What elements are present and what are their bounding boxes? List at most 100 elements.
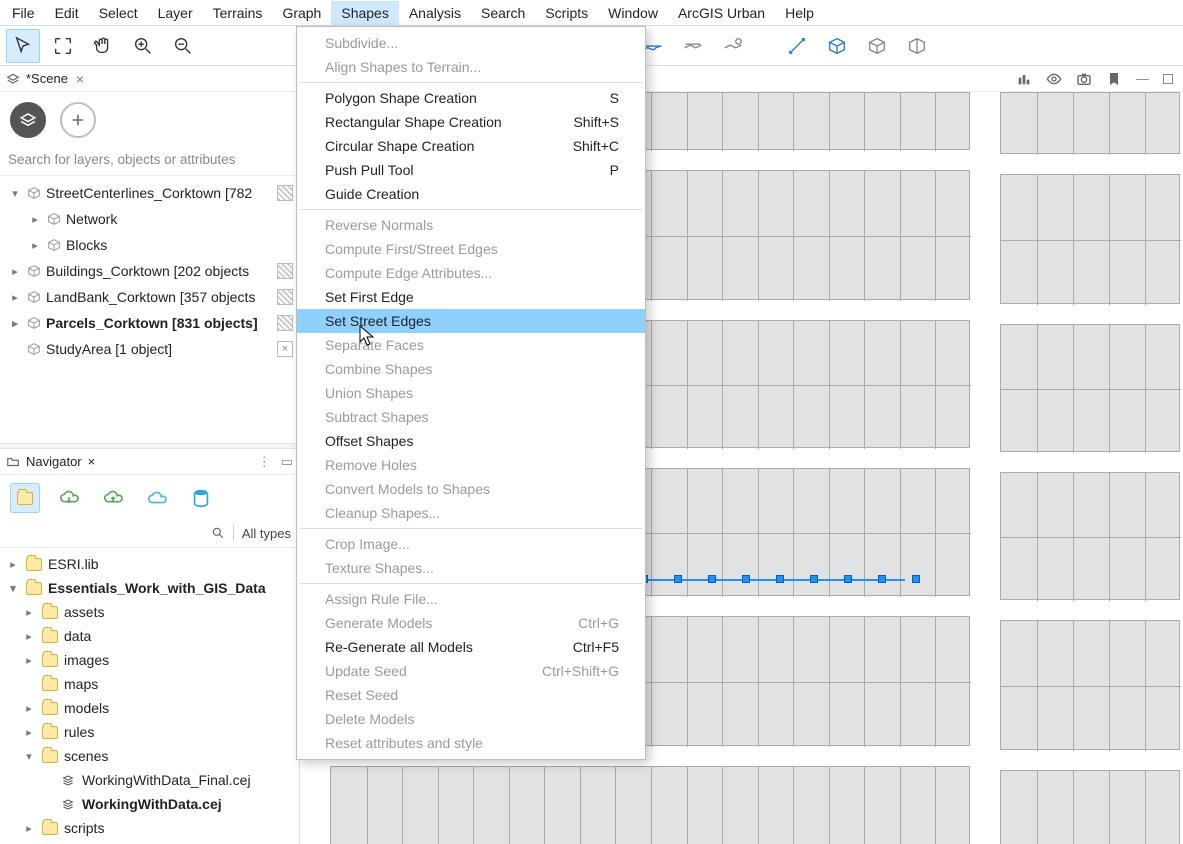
menu-item-reverse-normals: Reverse Normals <box>297 213 645 237</box>
expand-arrow[interactable]: ▸ <box>6 558 20 571</box>
cloud-download-button[interactable] <box>54 483 84 513</box>
menu-search[interactable]: Search <box>471 1 535 25</box>
menu-arcgis-urban[interactable]: ArcGIS Urban <box>668 1 775 25</box>
expand-arrow[interactable]: ▸ <box>22 726 36 739</box>
menu-item-label: Separate Faces <box>325 337 424 353</box>
menu-item-guide-creation[interactable]: Guide Creation <box>297 182 645 206</box>
layer-search-input[interactable]: Search for layers, objects or attributes <box>0 146 299 176</box>
navigator-row[interactable]: ▾scenes <box>0 744 299 768</box>
surface-tool-d[interactable] <box>716 29 750 63</box>
menu-file[interactable]: File <box>2 1 45 25</box>
visibility-toggle[interactable] <box>277 263 293 279</box>
frame-tool[interactable] <box>46 29 80 63</box>
chart-icon[interactable] <box>1016 71 1032 87</box>
layer-row[interactable]: ▸Parcels_Corktown [831 objects] <box>0 310 299 336</box>
visibility-toggle[interactable] <box>277 185 293 201</box>
filter-dropdown[interactable]: All types <box>242 526 291 541</box>
menu-item-offset-shapes[interactable]: Offset Shapes <box>297 429 645 453</box>
expand-arrow[interactable]: ▸ <box>28 213 42 226</box>
expand-arrow[interactable]: ▸ <box>22 630 36 643</box>
menu-item-compute-first-street-edges: Compute First/Street Edges <box>297 237 645 261</box>
navigator-row[interactable]: maps <box>0 672 299 696</box>
expand-arrow[interactable]: ▸ <box>8 265 22 278</box>
bookmark-icon[interactable] <box>1106 71 1122 87</box>
menu-item-generate-models: Generate ModelsCtrl+G <box>297 611 645 635</box>
camera-icon[interactable] <box>1076 71 1092 87</box>
cloud-button[interactable] <box>142 483 172 513</box>
navigator-row[interactable]: ▸models <box>0 696 299 720</box>
close-icon[interactable]: × <box>88 454 96 469</box>
expand-arrow[interactable]: ▸ <box>22 606 36 619</box>
visibility-toggle[interactable]: × <box>277 341 293 357</box>
database-button[interactable] <box>186 483 216 513</box>
expand-arrow[interactable]: ▾ <box>6 582 20 595</box>
zoom-out-tool[interactable] <box>166 29 200 63</box>
menu-select[interactable]: Select <box>89 1 148 25</box>
menu-analysis[interactable]: Analysis <box>399 1 471 25</box>
measure-tool[interactable] <box>780 29 814 63</box>
expand-arrow[interactable]: ▸ <box>22 654 36 667</box>
cloud-upload-button[interactable] <box>98 483 128 513</box>
maximize-icon[interactable] <box>1163 74 1173 84</box>
pan-tool[interactable] <box>86 29 120 63</box>
surface-tool-c[interactable] <box>676 29 710 63</box>
menu-graph[interactable]: Graph <box>272 1 331 25</box>
menu-edit[interactable]: Edit <box>45 1 89 25</box>
menu-item-set-street-edges[interactable]: Set Street Edges <box>297 309 645 333</box>
layer-row[interactable]: ▸Network <box>0 206 299 232</box>
menu-shapes[interactable]: Shapes <box>331 1 398 25</box>
zoom-in-tool[interactable] <box>126 29 160 63</box>
menu-layer[interactable]: Layer <box>148 1 203 25</box>
expand-arrow[interactable]: ▸ <box>22 822 36 835</box>
navigator-row[interactable]: ▸scripts <box>0 816 299 840</box>
layer-row[interactable]: ▸Buildings_Corktown [202 objects <box>0 258 299 284</box>
layer-row[interactable]: ▸Blocks <box>0 232 299 258</box>
menu-item-circular-shape-creation[interactable]: Circular Shape CreationShift+C <box>297 134 645 158</box>
navigator-row[interactable]: WorkingWithData_Final.cej <box>0 768 299 792</box>
menu-scripts[interactable]: Scripts <box>535 1 598 25</box>
select-tool[interactable] <box>6 29 40 63</box>
layers-button[interactable] <box>10 102 46 138</box>
navigator-row[interactable]: ▸images <box>0 648 299 672</box>
menu-item-re-generate-all-models[interactable]: Re-Generate all ModelsCtrl+F5 <box>297 635 645 659</box>
local-files-button[interactable] <box>10 483 40 513</box>
navigator-row[interactable]: WorkingWithData.cej <box>0 792 299 816</box>
cube-tool-b[interactable] <box>860 29 894 63</box>
expand-arrow[interactable]: ▾ <box>22 750 36 763</box>
navigator-row[interactable]: ▾Essentials_Work_with_GIS_Data <box>0 576 299 600</box>
menu-item-polygon-shape-creation[interactable]: Polygon Shape CreationS <box>297 86 645 110</box>
expand-arrow[interactable]: ▸ <box>28 239 42 252</box>
cube-tool-a[interactable] <box>820 29 854 63</box>
navigator-row[interactable]: ▸rules <box>0 720 299 744</box>
minimize-icon[interactable]: — <box>1136 71 1149 86</box>
visibility-icon[interactable] <box>1046 71 1062 87</box>
add-layer-button[interactable] <box>60 102 96 138</box>
menu-item-set-first-edge[interactable]: Set First Edge <box>297 285 645 309</box>
cube-tool-c[interactable] <box>900 29 934 63</box>
menu-terrains[interactable]: Terrains <box>203 1 273 25</box>
visibility-toggle[interactable] <box>277 315 293 331</box>
navigator-panel-tab[interactable]: Navigator × ⋮ ▭ <box>0 449 299 475</box>
menu-help[interactable]: Help <box>775 1 824 25</box>
layers-icon <box>6 72 20 86</box>
panel-menu-icon[interactable]: ▭ <box>281 454 293 470</box>
menu-item-rectangular-shape-creation[interactable]: Rectangular Shape CreationShift+S <box>297 110 645 134</box>
expand-arrow[interactable]: ▸ <box>8 317 22 330</box>
navigator-row[interactable]: ▸ESRI.lib <box>0 552 299 576</box>
close-icon[interactable]: × <box>76 71 84 87</box>
visibility-toggle[interactable] <box>277 289 293 305</box>
navigator-row[interactable]: ▸data <box>0 624 299 648</box>
layer-row[interactable]: StudyArea [1 object]× <box>0 336 299 362</box>
scene-panel-tab[interactable]: *Scene × <box>0 66 299 92</box>
menu-item-label: Re-Generate all Models <box>325 639 473 655</box>
search-icon[interactable] <box>211 526 225 540</box>
panel-menu-icon[interactable]: ⋮ <box>258 454 271 470</box>
layer-row[interactable]: ▾StreetCenterlines_Corktown [782 <box>0 180 299 206</box>
expand-arrow[interactable]: ▸ <box>8 291 22 304</box>
expand-arrow[interactable]: ▾ <box>8 187 22 200</box>
expand-arrow[interactable]: ▸ <box>22 702 36 715</box>
layer-row[interactable]: ▸LandBank_Corktown [357 objects <box>0 284 299 310</box>
menu-window[interactable]: Window <box>598 1 668 25</box>
menu-item-push-pull-tool[interactable]: Push Pull ToolP <box>297 158 645 182</box>
navigator-row[interactable]: ▸assets <box>0 600 299 624</box>
